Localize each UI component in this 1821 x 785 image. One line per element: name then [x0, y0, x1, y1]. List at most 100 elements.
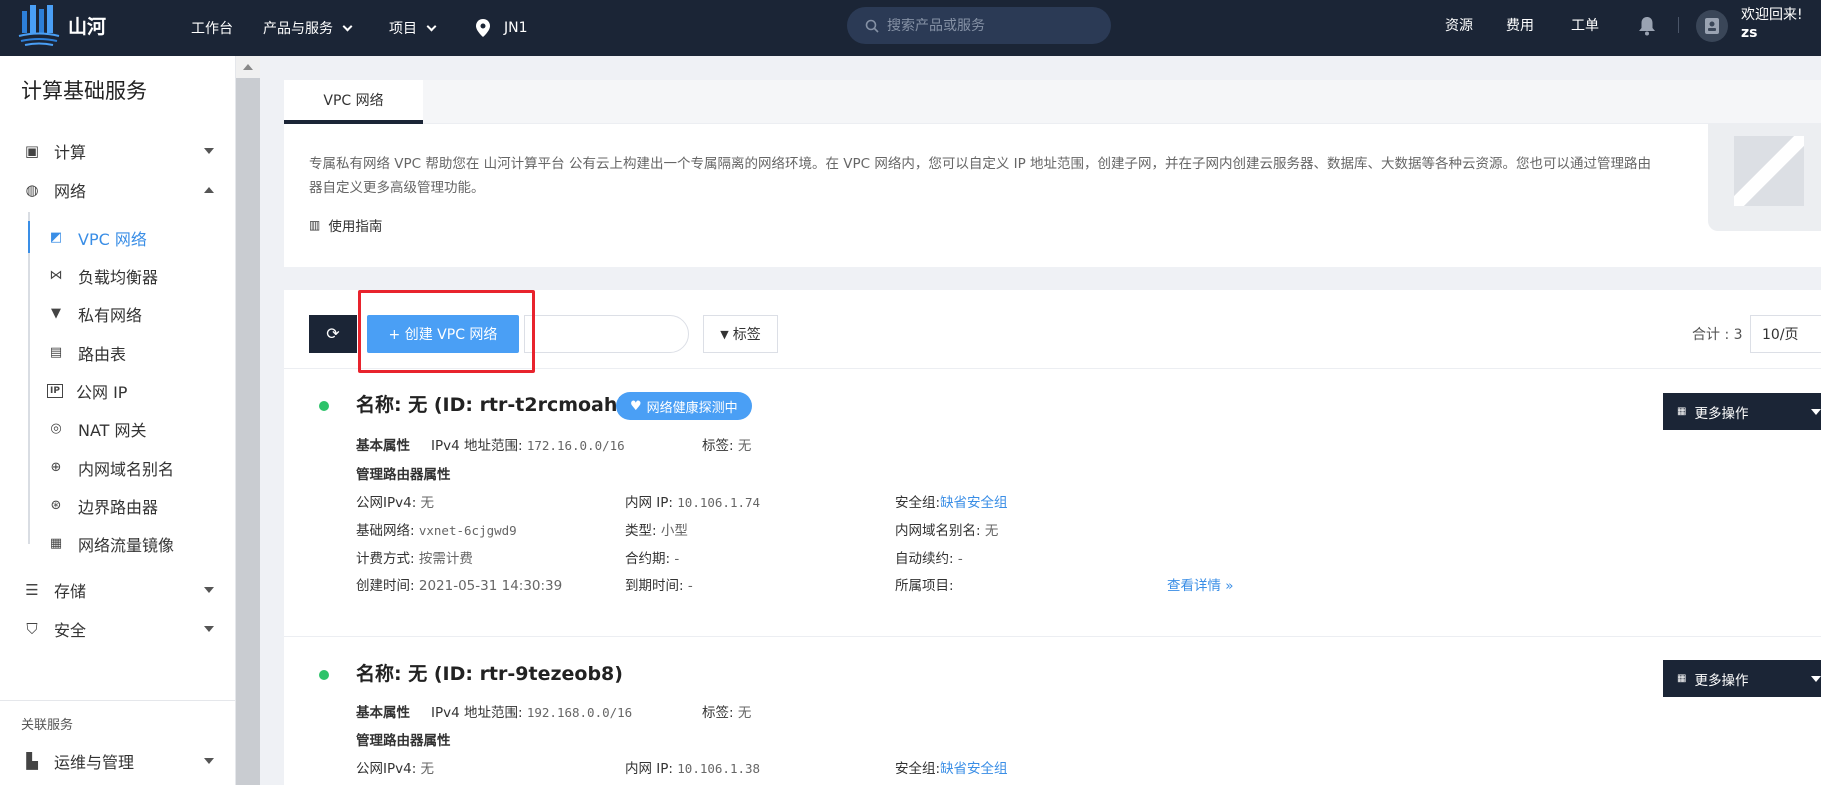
nav-projects[interactable]: 项目 — [389, 0, 437, 56]
storage-icon: ☰ — [25, 581, 39, 599]
expire-field: 到期时间: - — [625, 574, 693, 594]
global-search[interactable] — [847, 7, 1111, 44]
guide-link[interactable]: ▥ 使用指南 — [309, 215, 382, 235]
sidebar-item-border-router[interactable]: ⊛ 边界路由器 — [0, 489, 236, 522]
field-key: IPv4 地址范围: — [431, 438, 523, 454]
sidebar-group-label: 存储 — [54, 582, 87, 601]
avatar[interactable] — [1696, 10, 1728, 42]
chevron-down-icon — [342, 21, 353, 31]
brand-name: 山河 — [68, 15, 107, 38]
contract-field: 合约期: - — [625, 547, 679, 567]
welcome-text: 欢迎回来! — [1741, 7, 1803, 23]
field-key: 安全组: — [895, 761, 941, 777]
sidebar-item-vpc[interactable]: ◩ VPC 网络 — [0, 221, 236, 254]
brand-logo[interactable]: 山河 — [18, 3, 106, 47]
sidebar-item-label: 负载均衡器 — [78, 267, 159, 287]
chevron-down-icon — [426, 21, 437, 31]
sidebar-item-traffic-mirror[interactable]: ▦ 网络流量镜像 — [0, 527, 236, 560]
status-dot — [319, 401, 329, 411]
security-group-link[interactable]: 缺省安全组 — [940, 761, 1008, 777]
ipv4-range-field: IPv4 地址范围: 172.16.0.0/16 — [431, 434, 625, 454]
search-input[interactable] — [887, 17, 1087, 34]
page-size-select[interactable]: 10/页 — [1750, 315, 1821, 353]
user-menu[interactable]: 欢迎回来! zs — [1741, 6, 1803, 42]
sidebar-group-storage[interactable]: ☰ 存储 — [0, 573, 236, 607]
create-vpc-button[interactable]: + 创建 VPC 网络 — [367, 315, 519, 353]
field-key: 标签: — [702, 438, 734, 454]
nav-workbench-label: 工作台 — [191, 21, 233, 37]
sidebar-item-load-balancer[interactable]: ⋈ 负载均衡器 — [0, 259, 236, 292]
more-actions-label: 更多操作 — [1694, 405, 1749, 422]
sidebar-item-dns-alias[interactable]: ⊕ 内网域名别名 — [0, 451, 236, 484]
security-group-link[interactable]: 缺省安全组 — [940, 495, 1008, 511]
field-value: 192.168.0.0/16 — [526, 705, 633, 720]
more-actions-button[interactable]: ▦ 更多操作 — [1663, 393, 1821, 430]
intro-card: VPC 网络 专属私有网络 VPC 帮助您在 山河计算平台 公有云上构建出一个专… — [284, 80, 1821, 267]
public-ipv4-field: 公网IPv4: 无 — [356, 757, 434, 777]
nav-workbench[interactable]: 工作台 — [191, 0, 233, 56]
sidebar-group-label: 运维与管理 — [54, 753, 135, 772]
field-key: 公网IPv4: — [356, 761, 417, 777]
link-resources[interactable]: 资源 — [1445, 0, 1473, 56]
sidebar-scrollbar[interactable] — [236, 56, 260, 785]
sidebar-group-network[interactable]: ◍ 网络 — [0, 173, 236, 207]
field-key: 所属项目: — [895, 578, 954, 594]
scroll-up-button[interactable] — [236, 56, 260, 78]
field-key: 安全组: — [895, 495, 941, 511]
nav-products[interactable]: 产品与服务 — [263, 0, 353, 56]
list-toolbar: ⟳ + 创建 VPC 网络 ▼ 标签 合计 : 3 10/页 — [284, 290, 1821, 373]
sidebar-item-public-ip[interactable]: IP 公网 IP — [0, 374, 236, 407]
ip-icon: IP — [47, 383, 63, 398]
tag-field: 标签: 无 — [702, 434, 751, 454]
load-balancer-icon: ⋈ — [49, 268, 63, 283]
public-ipv4-field: 公网IPv4: 无 — [356, 491, 434, 511]
tab-vpc[interactable]: VPC 网络 — [284, 80, 423, 124]
traffic-mirror-icon: ▦ — [49, 536, 63, 551]
tag-filter-button[interactable]: ▼ 标签 — [703, 315, 778, 353]
user-badge-icon — [1705, 18, 1719, 34]
field-key: 内网 IP: — [625, 495, 673, 511]
field-key: 计费方式: — [356, 551, 415, 567]
dns-icon: ⊕ — [50, 460, 62, 475]
region-selector[interactable]: JN1 — [476, 0, 528, 56]
field-key: 类型: — [625, 523, 657, 539]
filter-input[interactable] — [524, 315, 689, 353]
tag-filter-label: 标签 — [732, 327, 761, 343]
globe-icon: ◍ — [25, 181, 39, 199]
caret-down-icon — [204, 587, 214, 593]
more-actions-button[interactable]: ▦ 更多操作 — [1663, 660, 1821, 697]
caret-down-icon — [1811, 676, 1821, 682]
search-icon — [865, 19, 879, 33]
field-value: 无 — [984, 523, 999, 539]
sidebar-item-route-table[interactable]: ▤ 路由表 — [0, 336, 236, 369]
caret-up-icon — [204, 187, 214, 193]
field-key: 合约期: — [625, 551, 671, 567]
sidebar-item-label: 网络流量镜像 — [78, 535, 175, 555]
sidebar-group-label: 网络 — [54, 182, 87, 201]
sidebar-group-ops[interactable]: ▙ 运维与管理 — [0, 744, 236, 778]
sidebar-group-compute[interactable]: ▣ 计算 — [0, 134, 236, 168]
field-value: 按需计费 — [418, 551, 473, 567]
vpc-title[interactable]: 名称: 无 (ID: rtr-t2rcmoah) — [356, 390, 626, 417]
field-value: 10.106.1.38 — [677, 761, 761, 776]
sidebar-item-label: NAT 网关 — [78, 420, 147, 440]
link-tickets[interactable]: 工单 — [1571, 0, 1599, 56]
sidebar-group-security[interactable]: ⛉ 安全 — [0, 612, 236, 646]
caret-down-icon — [1811, 409, 1821, 415]
refresh-button[interactable]: ⟳ — [309, 315, 357, 353]
tab-bar: VPC 网络 — [284, 80, 1821, 124]
field-value: 无 — [420, 495, 435, 511]
sidebar-item-label: 内网域名别名 — [78, 459, 175, 479]
logo-icon — [18, 5, 60, 46]
vpc-title[interactable]: 名称: 无 (ID: rtr-9tezeob8) — [356, 659, 623, 686]
ops-icon: ▙ — [26, 752, 38, 770]
sidebar: 计算基础服务 ▣ 计算 ◍ 网络 ◩ VPC 网络 ⋈ 负载均衡器 ▼ 私有网络… — [0, 56, 236, 785]
link-billing[interactable]: 费用 — [1506, 0, 1534, 56]
sidebar-item-label: VPC 网络 — [78, 229, 147, 249]
notification-bell-icon[interactable] — [1638, 16, 1656, 36]
chip-icon: ▣ — [24, 142, 40, 160]
sidebar-item-nat[interactable]: ◎ NAT 网关 — [0, 412, 236, 445]
view-details-link[interactable]: 查看详情 » — [1167, 574, 1234, 594]
sidebar-item-label: 路由表 — [78, 344, 127, 364]
sidebar-item-private-network[interactable]: ▼ 私有网络 — [0, 297, 236, 330]
